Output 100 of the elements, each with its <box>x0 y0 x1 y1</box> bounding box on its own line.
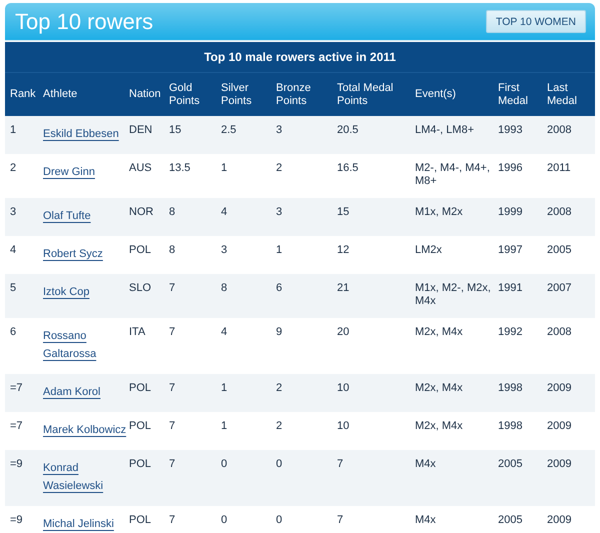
rank-cell: 3 <box>5 198 43 236</box>
last-medal-cell: 2009 <box>547 412 596 450</box>
athlete-link[interactable]: Drew Ginn <box>43 163 95 181</box>
points-cell: 0 <box>276 506 337 533</box>
column-header: Nation <box>129 72 169 116</box>
events-cell: M2x, M4x <box>415 412 498 450</box>
table-caption: Top 10 male rowers active in 2011 <box>5 42 596 72</box>
column-header: Gold Points <box>169 72 221 116</box>
points-cell: 1 <box>221 412 276 450</box>
column-header: Last Medal <box>547 72 596 116</box>
nation-cell: POL <box>129 412 169 450</box>
column-header: Silver Points <box>221 72 276 116</box>
points-cell: 1 <box>221 154 276 198</box>
athlete-link[interactable]: Olaf Tufte <box>43 207 91 225</box>
points-cell: 4 <box>221 318 276 374</box>
events-cell: M2-, M4-, M4+, M8+ <box>415 154 498 198</box>
points-cell: 7 <box>169 506 221 533</box>
nation-cell: POL <box>129 506 169 533</box>
points-cell: 7 <box>169 412 221 450</box>
last-medal-cell: 2008 <box>547 318 596 374</box>
last-medal-cell: 2008 <box>547 116 596 154</box>
column-header: Total Medal Points <box>337 72 415 116</box>
first-medal-cell: 1998 <box>498 412 547 450</box>
rank-cell: =7 <box>5 412 43 450</box>
athlete-link[interactable]: Robert Sycz <box>43 245 103 263</box>
first-medal-cell: 1992 <box>498 318 547 374</box>
column-header: Event(s) <box>415 72 498 116</box>
first-medal-cell: 1998 <box>498 374 547 412</box>
events-cell: LM4-, LM8+ <box>415 116 498 154</box>
nation-cell: POL <box>129 450 169 506</box>
points-cell: 13.5 <box>169 154 221 198</box>
athlete-link[interactable]: Adam Korol <box>43 383 100 401</box>
rank-cell: 1 <box>5 116 43 154</box>
last-medal-cell: 2008 <box>547 198 596 236</box>
points-cell: 7 <box>169 274 221 318</box>
total-cell: 21 <box>337 274 415 318</box>
last-medal-cell: 2009 <box>547 374 596 412</box>
first-medal-cell: 1997 <box>498 236 547 274</box>
points-cell: 3 <box>276 198 337 236</box>
rank-cell: 4 <box>5 236 43 274</box>
points-cell: 8 <box>221 274 276 318</box>
nation-cell: DEN <box>129 116 169 154</box>
points-cell: 8 <box>169 236 221 274</box>
points-cell: 2 <box>276 154 337 198</box>
last-medal-cell: 2009 <box>547 450 596 506</box>
column-header: First Medal <box>498 72 547 116</box>
athlete-link[interactable]: Iztok Cop <box>43 283 90 301</box>
total-cell: 15 <box>337 198 415 236</box>
events-cell: M1x, M2-, M2x, M4x <box>415 274 498 318</box>
points-cell: 2 <box>276 412 337 450</box>
total-cell: 7 <box>337 506 415 533</box>
nation-cell: SLO <box>129 274 169 318</box>
nation-cell: POL <box>129 374 169 412</box>
events-cell: M2x, M4x <box>415 318 498 374</box>
points-cell: 1 <box>276 236 337 274</box>
athlete-link[interactable]: Eskild Ebbesen <box>43 125 119 143</box>
column-header: Bronze Points <box>276 72 337 116</box>
first-medal-cell: 1996 <box>498 154 547 198</box>
events-cell: M2x, M4x <box>415 374 498 412</box>
events-cell: M4x <box>415 506 498 533</box>
athlete-link[interactable]: Rossano Galtarossa <box>43 327 129 363</box>
points-cell: 4 <box>221 198 276 236</box>
rank-cell: =9 <box>5 450 43 506</box>
points-cell: 2 <box>276 374 337 412</box>
last-medal-cell: 2009 <box>547 506 596 533</box>
events-cell: LM2x <box>415 236 498 274</box>
events-cell: M4x <box>415 450 498 506</box>
rank-cell: 2 <box>5 154 43 198</box>
top-women-button[interactable]: TOP 10 WOMEN <box>486 10 586 33</box>
first-medal-cell: 2005 <box>498 506 547 533</box>
rank-cell: 6 <box>5 318 43 374</box>
points-cell: 7 <box>169 374 221 412</box>
nation-cell: POL <box>129 236 169 274</box>
athlete-link[interactable]: Michal Jelinski <box>43 515 114 533</box>
points-cell: 7 <box>169 318 221 374</box>
points-cell: 2.5 <box>221 116 276 154</box>
first-medal-cell: 1999 <box>498 198 547 236</box>
rank-cell: 5 <box>5 274 43 318</box>
first-medal-cell: 1993 <box>498 116 547 154</box>
total-cell: 12 <box>337 236 415 274</box>
rank-cell: =7 <box>5 374 43 412</box>
first-medal-cell: 2005 <box>498 450 547 506</box>
points-cell: 7 <box>169 450 221 506</box>
points-cell: 15 <box>169 116 221 154</box>
athlete-link[interactable]: Konrad Wasielewski <box>43 459 129 495</box>
total-cell: 20.5 <box>337 116 415 154</box>
points-cell: 3 <box>276 116 337 154</box>
points-cell: 0 <box>221 506 276 533</box>
athlete-link[interactable]: Marek Kolbowicz <box>43 421 126 439</box>
column-header: Athlete <box>43 72 129 116</box>
total-cell: 10 <box>337 374 415 412</box>
nation-cell: ITA <box>129 318 169 374</box>
total-cell: 10 <box>337 412 415 450</box>
events-cell: M1x, M2x <box>415 198 498 236</box>
last-medal-cell: 2007 <box>547 274 596 318</box>
points-cell: 8 <box>169 198 221 236</box>
points-cell: 0 <box>221 450 276 506</box>
points-cell: 3 <box>221 236 276 274</box>
nation-cell: AUS <box>129 154 169 198</box>
nation-cell: NOR <box>129 198 169 236</box>
